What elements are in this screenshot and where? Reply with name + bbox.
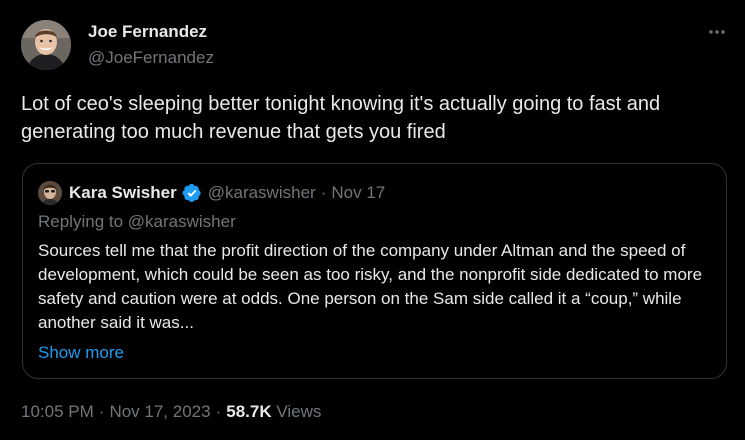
tweet-meta: 10:05 PM · Nov 17, 2023 · 58.7K Views — [21, 401, 321, 423]
views-label: Views — [276, 402, 322, 421]
quoted-separator: · — [320, 183, 327, 202]
more-horizontal-icon — [709, 30, 725, 34]
quoted-author-avatar[interactable] — [38, 181, 62, 205]
tweet-time[interactable]: 10:05 PM — [21, 402, 94, 421]
author-handle[interactable]: @JoeFernandez — [88, 47, 214, 69]
show-more-link[interactable]: Show more — [38, 341, 124, 365]
meta-separator: · — [98, 402, 105, 421]
author-name[interactable]: Joe Fernandez — [88, 21, 207, 43]
avatar-image — [21, 20, 71, 70]
tweet-text: Lot of ceo's sleeping better tonight kno… — [21, 93, 661, 143]
more-options-button[interactable] — [700, 20, 734, 44]
meta-separator: · — [215, 402, 222, 421]
quoted-avatar-image — [38, 181, 62, 205]
quoted-date[interactable]: Nov 17 — [331, 183, 385, 203]
quoted-author-name[interactable]: Kara Swisher — [69, 183, 177, 203]
quoted-tweet[interactable]: Kara Swisher @karaswisher · Nov 17 Reply… — [22, 163, 727, 379]
author-avatar[interactable] — [21, 20, 71, 70]
quoted-header: Kara Swisher @karaswisher · Nov 17 — [69, 181, 385, 205]
quoted-replying-to: Replying to @karaswisher — [38, 212, 236, 231]
tweet-date[interactable]: Nov 17, 2023 — [109, 402, 210, 421]
views-count: 58.7K — [226, 402, 272, 421]
quoted-author-handle[interactable]: @karaswisher — [208, 183, 316, 203]
quoted-text: Sources tell me that the profit directio… — [38, 241, 703, 332]
verified-badge-icon — [182, 183, 201, 203]
tweet: Joe Fernandez @JoeFernandez Lot of ceo's… — [0, 0, 745, 440]
